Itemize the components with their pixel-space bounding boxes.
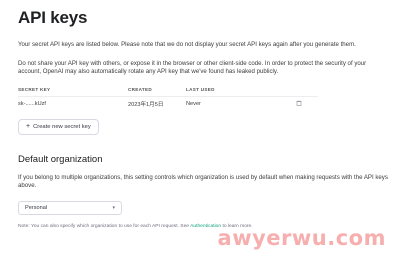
note-prefix: Note: You can also specify which organiz…: [18, 223, 191, 229]
last-used-value: Never: [186, 95, 296, 115]
secret-key-value: sk-......kUzf: [18, 95, 128, 115]
create-secret-key-button[interactable]: + Create new secret key: [18, 118, 99, 135]
warning-text: Do not share your API key with others, o…: [18, 59, 367, 76]
delete-key-button[interactable]: [296, 95, 318, 115]
chevron-down-icon: ▾: [112, 204, 115, 211]
watermark-text: awyerwu.com: [217, 226, 386, 250]
trash-icon[interactable]: [296, 100, 302, 106]
intro-text: Your secret API keys are listed below. P…: [18, 41, 356, 48]
default-org-description: If you belong to multiple organizations,…: [18, 173, 388, 190]
header-last-used: LAST USED: [186, 86, 215, 92]
header-created: CREATED: [128, 86, 152, 92]
organization-select[interactable]: Personal ▾: [18, 200, 122, 215]
header-actions: [296, 87, 318, 97]
organization-select-value: Personal: [25, 204, 48, 211]
create-button-label: Create new secret key: [33, 123, 91, 130]
api-keys-table: SECRET KEY CREATED LAST USED sk-......kU…: [18, 87, 318, 115]
api-keys-page: API keys Your secret API keys are listed…: [0, 0, 400, 271]
created-date: 2023年1月5日: [128, 95, 186, 115]
table-row: sk-......kUzf 2023年1月5日 Never: [18, 95, 318, 115]
page-title: API keys: [18, 8, 88, 27]
plus-icon: +: [26, 122, 31, 130]
default-org-heading: Default organization: [18, 153, 103, 165]
authentication-link[interactable]: Authentication: [190, 224, 221, 229]
header-secret-key: SECRET KEY: [18, 86, 51, 92]
